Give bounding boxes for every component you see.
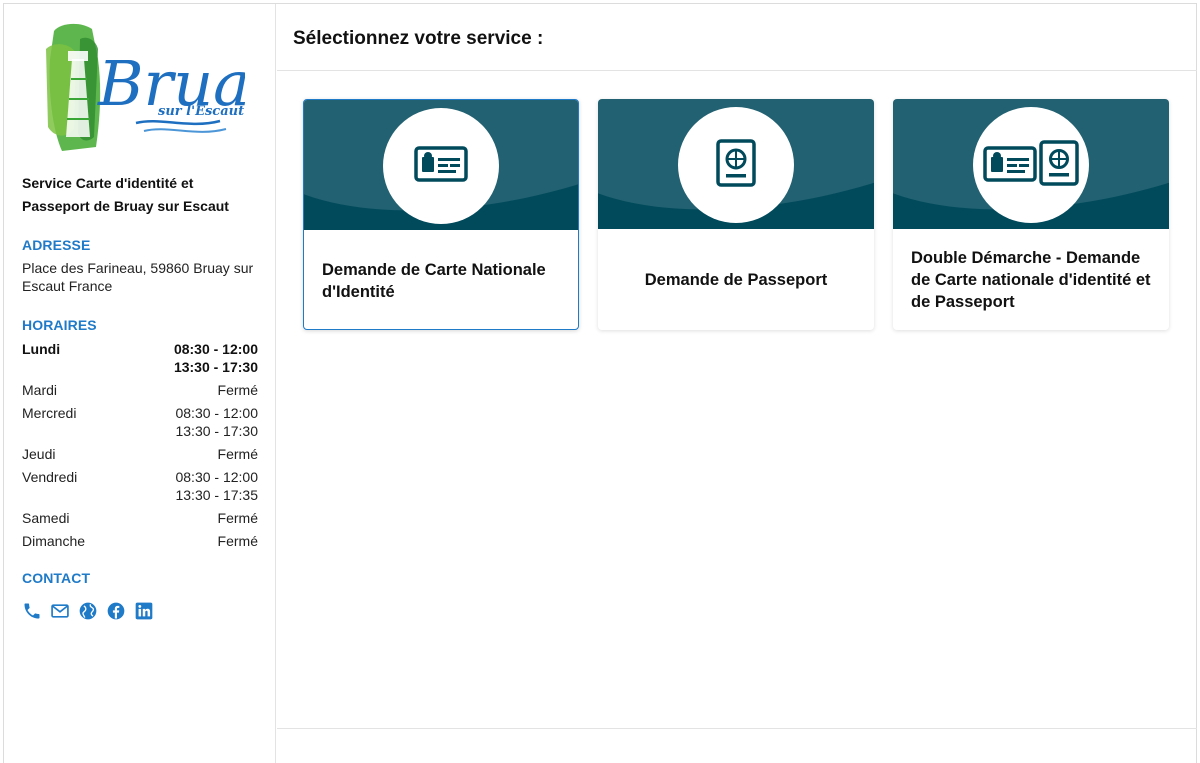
card-label: Demande de Passeport bbox=[644, 270, 828, 289]
hours-time: 13:30 - 17:30 bbox=[175, 423, 258, 439]
page-title: Sélectionnez votre service : bbox=[293, 28, 544, 49]
card-body: Double Démarche - Demande de Carte natio… bbox=[893, 229, 1169, 330]
card-icon-circle bbox=[383, 108, 499, 224]
hours-day: Samedi bbox=[22, 510, 70, 526]
hours-row-lundi: Lundi 08:30 - 12:00 13:30 - 17:30 bbox=[22, 340, 258, 376]
mail-icon[interactable] bbox=[50, 601, 70, 621]
hours-row-mercredi: Mercredi 08:30 - 12:00 13:30 - 17:30 bbox=[22, 404, 258, 440]
hours-day: Lundi bbox=[22, 341, 61, 357]
id-card-passport-icon bbox=[983, 139, 1079, 191]
address-title: ADRESSE bbox=[22, 237, 91, 253]
main-panel: Sélectionnez votre service : Demande de … bbox=[277, 4, 1197, 763]
hours-row-samedi: Samedi Fermé bbox=[22, 509, 258, 527]
phone-icon[interactable] bbox=[22, 601, 42, 621]
service-name: Service Carte d'identité et Passeport de… bbox=[22, 175, 229, 214]
hours-day: Mardi bbox=[22, 382, 58, 398]
app-frame: Bruay sur l'Escaut Service Carte d'ident… bbox=[3, 3, 1197, 763]
hours-time: Fermé bbox=[217, 382, 258, 398]
hours-day: Mercredi bbox=[22, 405, 77, 421]
main-header: Sélectionnez votre service : bbox=[277, 4, 1197, 71]
hours-time: 08:30 - 12:00 bbox=[173, 341, 258, 357]
id-card-icon bbox=[414, 144, 468, 189]
address-text: Place des Farineau, 59860 Bruay sur Esca… bbox=[22, 260, 254, 294]
card-body: Demande de Passeport bbox=[598, 229, 874, 330]
hours-row-mardi: Mardi Fermé bbox=[22, 381, 258, 399]
hours-time: 13:30 - 17:35 bbox=[175, 487, 258, 503]
card-label: Double Démarche - Demande de Carte natio… bbox=[911, 248, 1151, 311]
hours-day: Jeudi bbox=[22, 446, 56, 462]
card-icon-circle bbox=[678, 107, 794, 223]
hours-time: 08:30 - 12:00 bbox=[175, 405, 258, 421]
bruay-logo: Bruay sur l'Escaut bbox=[40, 19, 286, 154]
logo-subtitle: sur l'Escaut bbox=[158, 104, 244, 119]
hours-row-dimanche: Dimanche Fermé bbox=[22, 532, 258, 550]
passport-icon bbox=[715, 138, 757, 192]
hours-row-vendredi: Vendredi 08:30 - 12:00 13:30 - 17:35 bbox=[22, 468, 258, 504]
service-card-passeport[interactable]: Demande de Passeport bbox=[598, 99, 874, 330]
contact-title: CONTACT bbox=[22, 570, 91, 586]
hours-row-jeudi: Jeudi Fermé bbox=[22, 445, 258, 463]
hours-time: Fermé bbox=[217, 510, 258, 526]
hours-table: Lundi 08:30 - 12:00 13:30 - 17:30 Mardi F… bbox=[22, 340, 258, 555]
hours-time: 08:30 - 12:00 bbox=[175, 469, 258, 485]
card-label: Demande de Carte Nationale d'Identité bbox=[322, 260, 546, 301]
hours-time: Fermé bbox=[217, 446, 258, 462]
service-card-cni[interactable]: Demande de Carte Nationale d'Identité bbox=[303, 99, 579, 330]
hours-title: HORAIRES bbox=[22, 317, 97, 333]
hours-time: 13:30 - 17:30 bbox=[173, 359, 258, 375]
linkedin-icon[interactable] bbox=[134, 601, 154, 621]
service-card-double[interactable]: Double Démarche - Demande de Carte natio… bbox=[893, 99, 1169, 330]
globe-icon[interactable] bbox=[78, 601, 98, 621]
footer-divider bbox=[277, 728, 1197, 729]
hours-time: Fermé bbox=[217, 533, 258, 549]
contact-icons bbox=[22, 601, 154, 621]
card-body: Demande de Carte Nationale d'Identité bbox=[304, 230, 578, 329]
hours-day: Vendredi bbox=[22, 469, 78, 485]
hours-day: Dimanche bbox=[22, 533, 86, 549]
card-icon-circle bbox=[973, 107, 1089, 223]
facebook-icon[interactable] bbox=[106, 601, 126, 621]
sidebar: Bruay sur l'Escaut Service Carte d'ident… bbox=[4, 4, 286, 763]
